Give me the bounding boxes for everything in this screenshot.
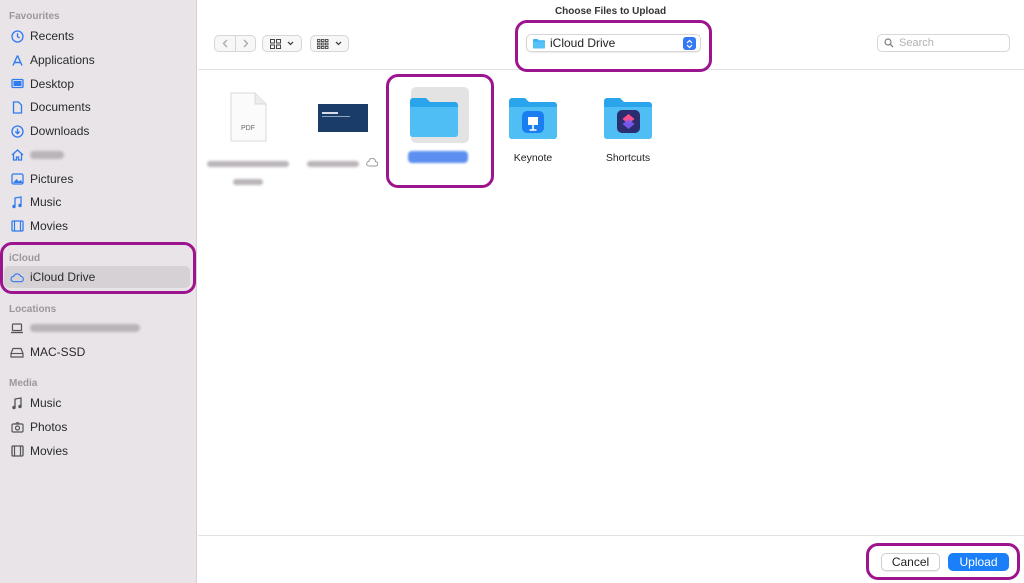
search-input[interactable] (899, 37, 999, 49)
cloud-icon (10, 270, 24, 284)
music-icon (10, 195, 24, 209)
location-popup[interactable]: iCloud Drive (526, 34, 701, 52)
redacted-username (30, 151, 64, 159)
file-item-slide[interactable] (295, 84, 391, 184)
sidebar-item-label: Movies (30, 444, 69, 458)
music-icon (10, 396, 24, 410)
file-item-pdf[interactable]: PDF (200, 84, 296, 185)
sidebar-item-media-movies[interactable]: Movies (4, 440, 190, 462)
movies-icon (10, 219, 24, 233)
redacted-computer-name (30, 324, 140, 332)
slide-thumbnail-icon (318, 104, 368, 132)
pictures-icon (10, 172, 24, 186)
file-item-keynote[interactable]: Keynote (485, 84, 581, 184)
cancel-button[interactable]: Cancel (881, 553, 940, 571)
location-popup-label: iCloud Drive (550, 36, 616, 50)
file-name: Shortcuts (605, 152, 651, 164)
back-forward-group (214, 35, 256, 52)
folder-icon (533, 38, 545, 48)
file-name-redacted (206, 154, 290, 190)
pdf-document-icon (230, 92, 267, 142)
camera-icon (10, 420, 24, 434)
cloud-download-icon (366, 157, 379, 167)
chevron-right-icon (243, 39, 248, 48)
sidebar-item-movies[interactable]: Movies (4, 215, 190, 237)
sidebar-item-documents[interactable]: Documents (4, 96, 190, 118)
back-button[interactable] (215, 36, 235, 51)
sidebar-item-icloud-drive[interactable]: iCloud Drive (4, 266, 190, 288)
file-name-redacted (408, 151, 468, 163)
favourites-header: Favourites (9, 11, 60, 22)
file-item-shortcuts[interactable]: Shortcuts (580, 84, 676, 184)
document-icon (10, 100, 24, 114)
sidebar-item-label: Music (30, 195, 62, 209)
sidebar-item-label: Desktop (30, 77, 75, 91)
movies-icon (10, 444, 24, 458)
sidebar-item-photos[interactable]: Photos (4, 416, 190, 438)
download-icon (10, 124, 24, 138)
sidebar-item-label: MAC-SSD (30, 345, 86, 359)
footer-divider (198, 535, 1024, 536)
sidebar-item-home[interactable] (4, 144, 190, 166)
upload-button[interactable]: Upload (948, 553, 1009, 571)
forward-button[interactable] (235, 36, 255, 51)
folder-icon (410, 98, 458, 137)
toolbar-divider (198, 69, 1024, 70)
group-view-button[interactable] (310, 35, 349, 52)
sidebar-item-music[interactable]: Music (4, 191, 190, 213)
window-title: Choose Files to Upload (554, 6, 667, 17)
file-name: Keynote (513, 152, 553, 164)
sidebar-item-label: Pictures (30, 172, 74, 186)
file-item-folder-selected[interactable] (386, 84, 482, 184)
sidebar-item-mac-ssd[interactable]: MAC-SSD (4, 341, 190, 363)
sidebar-item-computer[interactable] (4, 317, 190, 339)
sidebar-item-label: Music (30, 396, 62, 410)
sidebar-item-downloads[interactable]: Downloads (4, 120, 190, 142)
file-name-redacted (307, 154, 391, 172)
sidebar-item-label: Movies (30, 219, 69, 233)
group-grid-icon (317, 38, 329, 49)
media-header: Media (9, 378, 38, 389)
sidebar-item-media-music[interactable]: Music (4, 392, 190, 414)
sidebar-item-label: Downloads (30, 124, 90, 138)
locations-header: Locations (9, 304, 57, 315)
sidebar-item-label: Applications (30, 53, 95, 67)
sidebar: Favourites Recents Applications Desktop … (0, 0, 197, 583)
keynote-folder-icon (509, 98, 557, 139)
sidebar-item-recents[interactable]: Recents (4, 25, 190, 47)
sidebar-item-applications[interactable]: Applications (4, 49, 190, 71)
sidebar-item-desktop[interactable]: Desktop (4, 73, 190, 95)
sidebar-item-label: Recents (30, 29, 75, 43)
sidebar-item-label: Documents (30, 100, 91, 114)
pdf-label: PDF (241, 125, 255, 132)
shortcuts-folder-icon (604, 98, 652, 139)
search-icon (884, 38, 894, 48)
grid-view-icon (270, 38, 281, 49)
drive-icon (10, 345, 24, 359)
sidebar-item-label: iCloud Drive (30, 270, 96, 284)
clock-icon (10, 29, 24, 43)
sidebar-item-label: Photos (30, 420, 68, 434)
laptop-icon (10, 321, 24, 335)
icloud-header: iCloud (9, 253, 41, 264)
sidebar-item-pictures[interactable]: Pictures (4, 168, 190, 190)
icon-view-button[interactable] (262, 35, 302, 52)
chevron-down-icon (335, 41, 342, 46)
chevron-left-icon (222, 39, 228, 48)
desktop-icon (10, 77, 24, 91)
home-icon (10, 148, 24, 162)
popup-stepper-icon (683, 37, 696, 50)
applications-icon (10, 53, 24, 67)
chevron-down-icon (287, 41, 294, 46)
search-field[interactable] (877, 34, 1010, 52)
